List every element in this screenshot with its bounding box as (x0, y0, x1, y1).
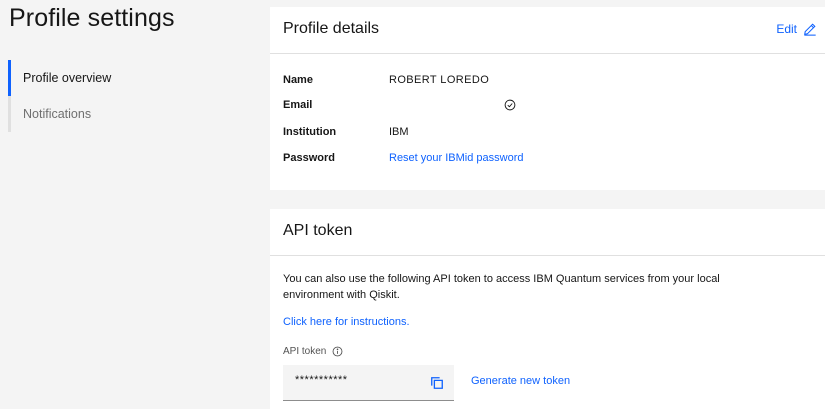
email-row: Email (283, 97, 516, 113)
name-value: ROBERT LOREDO (389, 74, 490, 86)
password-label: Password (283, 152, 335, 164)
generate-token-button[interactable]: Generate new token (471, 375, 570, 387)
sidebar-item-notifications[interactable]: Notifications (8, 96, 248, 132)
api-token-description: You can also use the following API token… (283, 273, 720, 301)
api-token-label-text: API token (283, 346, 327, 357)
api-token-field[interactable]: *********** (283, 365, 454, 401)
email-label: Email (283, 99, 313, 111)
edit-button[interactable]: Edit (776, 22, 817, 36)
reset-password-link[interactable]: Reset your IBMid password (389, 152, 524, 164)
page-title: Profile settings (9, 4, 175, 32)
sidebar-item-profile-overview[interactable]: Profile overview (8, 60, 248, 96)
instructions-link[interactable]: Click here for instructions. (283, 316, 410, 328)
profile-details-title: Profile details (283, 20, 380, 37)
check-circle-icon (504, 99, 516, 111)
name-row: Name ROBERT LOREDO (283, 72, 489, 88)
api-token-field-label: API token (283, 346, 343, 357)
institution-value: IBM (389, 126, 409, 138)
institution-label: Institution (283, 126, 337, 138)
name-label: Name (283, 74, 313, 86)
sidebar-nav: Profile overview Notifications (8, 60, 248, 132)
profile-details-header: Profile details Edit (270, 7, 825, 54)
institution-row: Institution IBM (283, 124, 409, 140)
profile-details-card: Profile details Edit Name ROBERT LOREDO … (270, 7, 825, 190)
api-token-card: API token You can also use the following… (270, 209, 825, 409)
copy-icon[interactable] (430, 376, 444, 390)
password-row: Password Reset your IBMid password (283, 150, 524, 166)
edit-label: Edit (776, 22, 797, 36)
api-token-title: API token (283, 222, 353, 239)
api-token-value: *********** (295, 374, 348, 386)
api-token-header: API token (270, 209, 825, 256)
info-icon[interactable] (332, 346, 343, 357)
pencil-icon (804, 23, 816, 36)
